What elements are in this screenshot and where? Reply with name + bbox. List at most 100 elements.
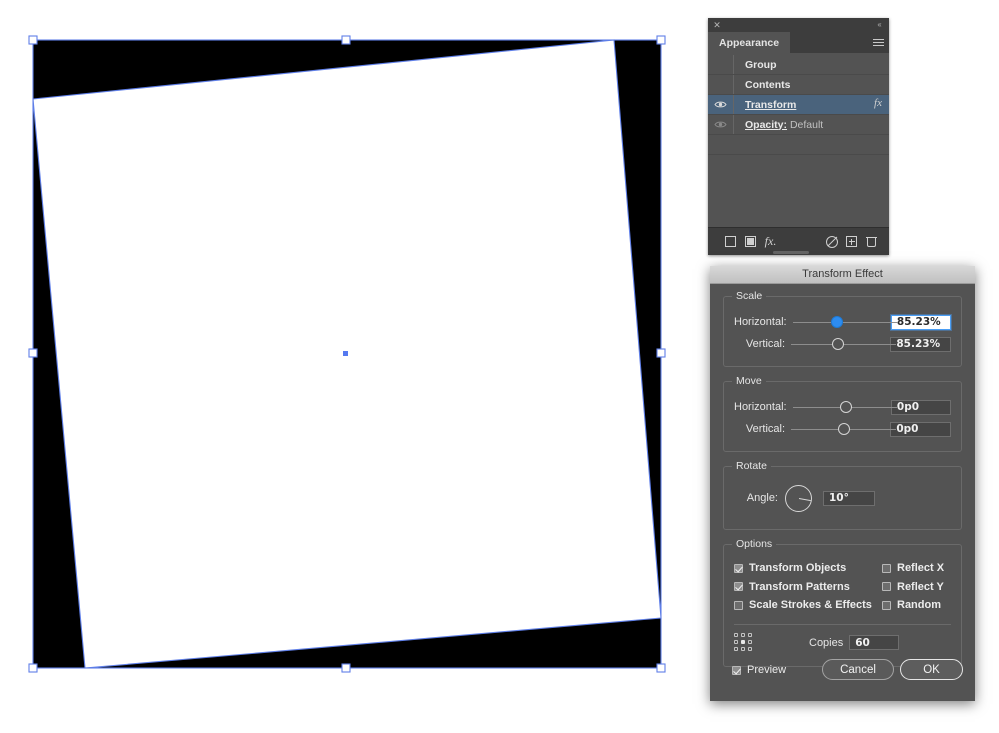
scale-horizontal-slider[interactable] (792, 314, 898, 330)
checkbox-transform-objects[interactable]: Transform Objects (734, 559, 882, 578)
tab-appearance[interactable]: Appearance (708, 32, 791, 53)
checkbox-reflect-x[interactable]: Reflect X (882, 559, 944, 578)
eye-icon[interactable] (708, 95, 734, 114)
transform-link[interactable]: Transform (745, 99, 796, 111)
cancel-button[interactable]: Cancel (822, 659, 894, 680)
checkbox-label: Random (897, 599, 941, 612)
double-chevron-left-icon[interactable]: ‹‹ (873, 19, 885, 30)
rotate-angle-input[interactable]: 10° (823, 490, 875, 506)
slider-thumb[interactable] (832, 338, 845, 350)
artboard-artwork[interactable] (0, 0, 700, 733)
copies-label: Copies (809, 636, 844, 649)
angle-dial-icon[interactable] (785, 484, 812, 512)
cancel-button-label: Cancel (840, 663, 876, 676)
fx-icon[interactable]: fx (874, 97, 882, 109)
checkbox-scale-strokes-effects[interactable]: Scale Strokes & Effects (734, 596, 882, 615)
ok-button[interactable]: OK (900, 659, 963, 680)
trash-icon (866, 236, 877, 247)
checkbox-checked-icon[interactable] (732, 665, 741, 675)
duplicate-item-button[interactable] (844, 234, 859, 249)
move-horizontal-value: 0p0 (896, 401, 920, 413)
scale-vertical-input[interactable]: 85.23% (890, 336, 951, 352)
options-right-column: Reflect X Reflect Y Random (882, 559, 944, 615)
checkbox-checked-icon[interactable] (734, 563, 743, 573)
add-new-fill-button[interactable] (743, 234, 758, 249)
move-group: Move Horizontal: 0p0 Vertical: 0p0 (723, 375, 962, 452)
checkbox-label: Scale Strokes & Effects (749, 599, 872, 612)
move-horizontal-slider[interactable] (792, 399, 898, 415)
options-left-column: Transform Objects Transform Patterns Sca… (734, 559, 882, 615)
move-horizontal-input[interactable]: 0p0 (890, 399, 951, 415)
close-icon[interactable]: ✕ (712, 20, 722, 30)
appearance-row-group[interactable]: Group (708, 55, 889, 75)
slider-thumb[interactable] (830, 316, 843, 328)
move-vertical-value: 0p0 (896, 423, 919, 435)
nine-point-anchor-icon[interactable] (734, 633, 753, 652)
add-new-stroke-button[interactable] (723, 234, 738, 249)
appearance-panel[interactable]: ✕ ‹‹ Appearance Group Contents Transform… (708, 18, 889, 255)
appearance-row-empty (708, 135, 889, 155)
preview-label: Preview (747, 664, 787, 676)
add-new-effect-button[interactable]: fx. (763, 234, 778, 249)
eye-glyph (714, 101, 727, 108)
checkbox-unchecked-icon[interactable] (882, 582, 891, 592)
move-horizontal-label: Horizontal: (734, 401, 787, 413)
dialog-title-bar[interactable]: Transform Effect (710, 266, 975, 284)
scale-horizontal-value: 85.23% (896, 316, 941, 328)
panel-title-bar[interactable]: ✕ ‹‹ (708, 18, 889, 32)
handle-top-center (341, 35, 351, 45)
canvas-area[interactable] (0, 0, 700, 733)
scale-horizontal-row: Horizontal: 85.23% (734, 311, 951, 333)
handle-bottom-left (28, 663, 38, 673)
slider-thumb[interactable] (838, 423, 851, 435)
scrollbar-thumb[interactable] (773, 251, 809, 254)
eye-icon[interactable] (708, 115, 734, 134)
appearance-row-label: Contents (745, 78, 791, 91)
hamburger-menu-icon[interactable] (867, 32, 889, 53)
handle-top-left (28, 35, 38, 45)
panel-tab-row[interactable]: Appearance (708, 32, 889, 53)
opacity-link[interactable]: Opacity: (745, 119, 787, 131)
ok-button-label: OK (923, 663, 940, 676)
checkbox-unchecked-icon[interactable] (882, 600, 891, 610)
checkbox-unchecked-icon[interactable] (734, 600, 743, 610)
clear-appearance-button[interactable] (824, 234, 839, 249)
move-group-title: Move (732, 375, 766, 387)
fx-icon: fx. (764, 234, 777, 248)
appearance-item-list[interactable]: Group Contents Transform fx Opacity: Def… (708, 53, 889, 241)
scale-horizontal-label: Horizontal: (734, 316, 787, 328)
checkbox-label: Transform Objects (749, 562, 847, 575)
copies-input[interactable]: 60 (849, 635, 900, 650)
appearance-row-label: Group (745, 58, 777, 71)
scale-horizontal-input[interactable]: 85.23% (890, 314, 951, 330)
checkbox-preview[interactable]: Preview (732, 664, 786, 676)
appearance-row-opacity[interactable]: Opacity: Default (708, 115, 889, 135)
dialog-body: Scale Horizontal: 85.23% Vertical: 85.23… (710, 284, 975, 667)
dialog-title: Transform Effect (802, 268, 883, 280)
move-vertical-slider[interactable] (791, 421, 897, 437)
panel-horizontal-scrollbar[interactable] (708, 250, 889, 255)
handle-middle-left (28, 348, 38, 358)
checkbox-transform-patterns[interactable]: Transform Patterns (734, 578, 882, 597)
appearance-panel-footer: fx. (708, 227, 889, 255)
appearance-row-transform[interactable]: Transform fx (708, 95, 889, 115)
checkbox-unchecked-icon[interactable] (882, 563, 891, 573)
transform-effect-dialog[interactable]: Transform Effect Scale Horizontal: 85.23… (710, 266, 975, 701)
visibility-toggle-placeholder (708, 55, 734, 74)
appearance-row-contents[interactable]: Contents (708, 75, 889, 95)
move-vertical-input[interactable]: 0p0 (890, 421, 951, 437)
options-grid: Transform Objects Transform Patterns Sca… (734, 559, 951, 615)
no-entry-icon (825, 235, 838, 248)
delete-item-button[interactable] (864, 234, 879, 249)
handle-top-right (656, 35, 666, 45)
slider-thumb[interactable] (839, 401, 852, 413)
opacity-value: Default (789, 118, 824, 131)
checkbox-random[interactable]: Random (882, 596, 944, 615)
rotate-angle-value: 10° (829, 492, 849, 504)
scale-vertical-slider[interactable] (791, 336, 897, 352)
scale-vertical-value: 85.23% (896, 338, 941, 350)
rotate-group-title: Rotate (732, 460, 771, 472)
options-group-title: Options (732, 538, 777, 550)
checkbox-checked-icon[interactable] (734, 582, 743, 592)
checkbox-reflect-y[interactable]: Reflect Y (882, 578, 944, 597)
